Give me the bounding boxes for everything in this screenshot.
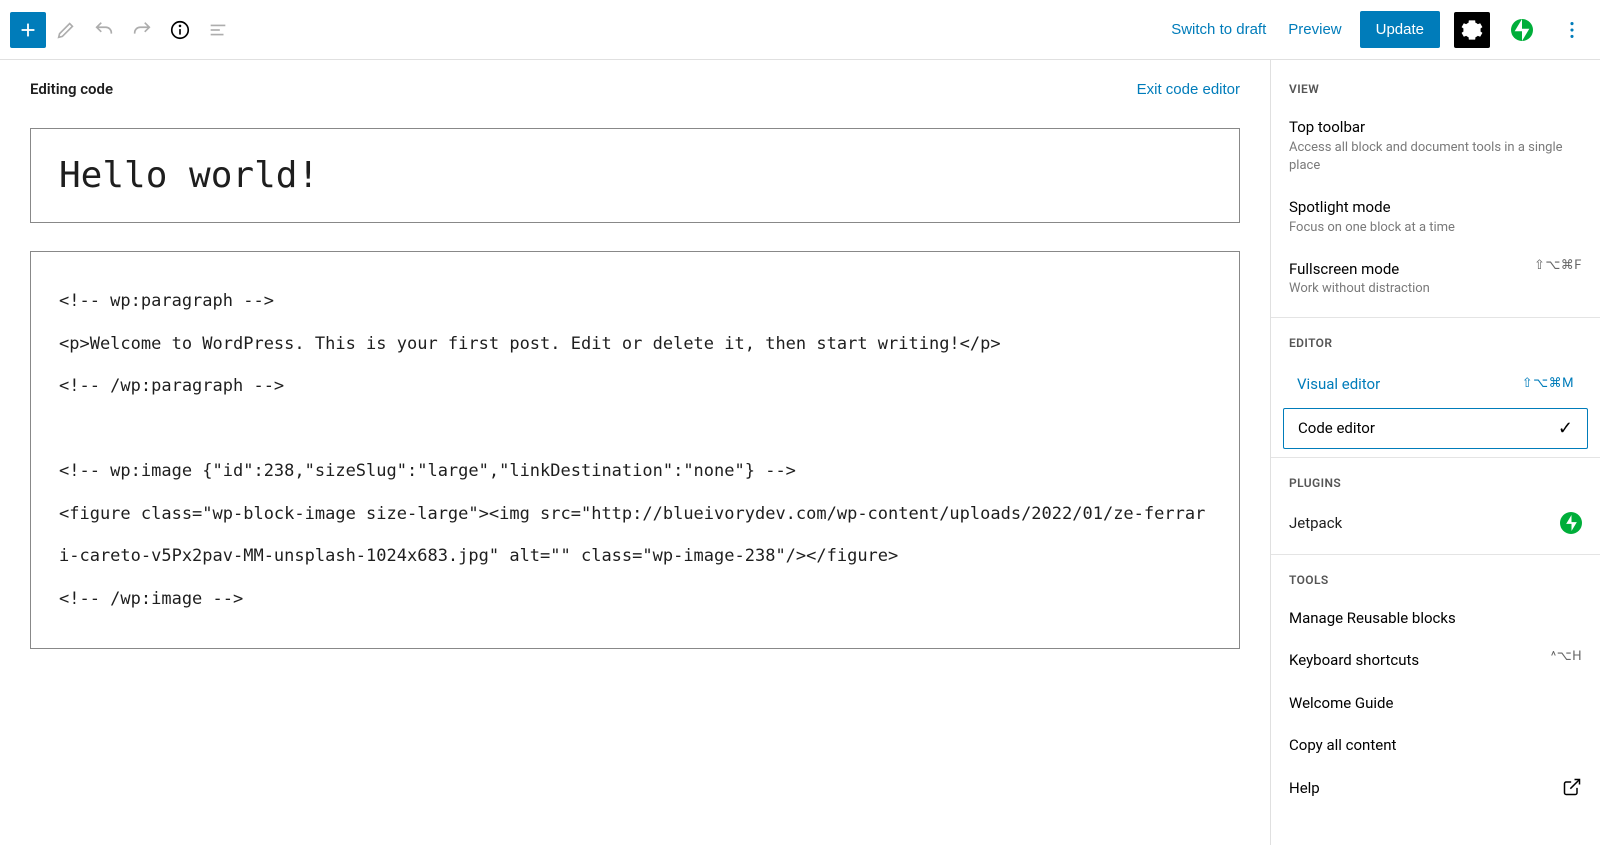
preview-button[interactable]: Preview <box>1284 15 1345 44</box>
switch-to-draft-button[interactable]: Switch to draft <box>1167 15 1270 44</box>
shortcut-label: ⇧⌥⌘F <box>1534 258 1582 273</box>
exit-code-editor-button[interactable]: Exit code editor <box>1137 81 1240 98</box>
main: Editing code Exit code editor Hello worl… <box>0 60 1600 845</box>
view-section-header: VIEW <box>1271 72 1600 106</box>
visual-editor-option[interactable]: Visual editor ⇧⌥⌘M <box>1283 366 1588 402</box>
menu-label: Manage Reusable blocks <box>1289 607 1582 630</box>
toolbar-left <box>10 12 236 48</box>
jetpack-button[interactable] <box>1504 12 1540 48</box>
spotlight-mode-option[interactable]: Spotlight mode Focus on one block at a t… <box>1271 186 1600 247</box>
menu-label: Code editor <box>1298 419 1375 437</box>
top-toolbar-option[interactable]: Top toolbar Access all block and documen… <box>1271 106 1600 186</box>
tools-section-header: TOOLS <box>1271 563 1600 597</box>
plugins-section-header: PLUGINS <box>1271 466 1600 500</box>
copy-all-content-option[interactable]: Copy all content <box>1271 724 1600 767</box>
shortcut-label: ⇧⌥⌘M <box>1522 376 1574 391</box>
code-editor-textarea[interactable]: <!-- wp:paragraph --> <p>Welcome to Word… <box>30 251 1240 649</box>
options-panel: VIEW Top toolbar Access all block and do… <box>1270 60 1600 845</box>
shortcut-label: ^⌥H <box>1551 649 1582 664</box>
keyboard-shortcuts-option[interactable]: Keyboard shortcuts ^⌥H <box>1271 639 1600 682</box>
editor-area: Editing code Exit code editor Hello worl… <box>0 60 1270 845</box>
more-options-button[interactable] <box>1554 12 1590 48</box>
menu-label: Jetpack <box>1289 514 1342 532</box>
add-block-button[interactable] <box>10 12 46 48</box>
undo-button[interactable] <box>86 12 122 48</box>
external-link-icon <box>1562 777 1582 797</box>
code-editor-option[interactable]: Code editor ✓ <box>1283 408 1588 449</box>
settings-button[interactable] <box>1454 12 1490 48</box>
menu-label: Welcome Guide <box>1289 692 1582 715</box>
divider <box>1271 457 1600 458</box>
help-option[interactable]: Help <box>1271 767 1600 810</box>
manage-reusable-blocks-option[interactable]: Manage Reusable blocks <box>1271 597 1600 640</box>
menu-desc: Work without distraction <box>1289 280 1430 299</box>
editor-header: Editing code Exit code editor <box>30 80 1240 98</box>
jetpack-plugin-option[interactable]: Jetpack <box>1271 500 1600 546</box>
menu-label: Copy all content <box>1289 734 1582 757</box>
menu-label: Help <box>1289 777 1320 800</box>
menu-desc: Focus on one block at a time <box>1289 219 1582 238</box>
post-title-input[interactable]: Hello world! <box>30 128 1240 223</box>
welcome-guide-option[interactable]: Welcome Guide <box>1271 682 1600 725</box>
check-icon: ✓ <box>1558 418 1573 439</box>
fullscreen-mode-option[interactable]: Fullscreen mode Work without distraction… <box>1271 248 1600 309</box>
edit-button[interactable] <box>48 12 84 48</box>
menu-label: Fullscreen mode <box>1289 258 1430 281</box>
editor-title: Editing code <box>30 80 113 98</box>
info-button[interactable] <box>162 12 198 48</box>
topbar: Switch to draft Preview Update <box>0 0 1600 60</box>
jetpack-icon <box>1560 512 1582 534</box>
update-button[interactable]: Update <box>1360 11 1440 48</box>
menu-label: Keyboard shortcuts <box>1289 649 1419 672</box>
editor-section-header: EDITOR <box>1271 326 1600 360</box>
toolbar-right: Switch to draft Preview Update <box>1167 11 1590 48</box>
menu-desc: Access all block and document tools in a… <box>1289 139 1582 177</box>
outline-button[interactable] <box>200 12 236 48</box>
divider <box>1271 317 1600 318</box>
menu-label: Top toolbar <box>1289 116 1582 139</box>
menu-label: Visual editor <box>1297 375 1380 393</box>
divider <box>1271 554 1600 555</box>
redo-button[interactable] <box>124 12 160 48</box>
menu-label: Spotlight mode <box>1289 196 1582 219</box>
